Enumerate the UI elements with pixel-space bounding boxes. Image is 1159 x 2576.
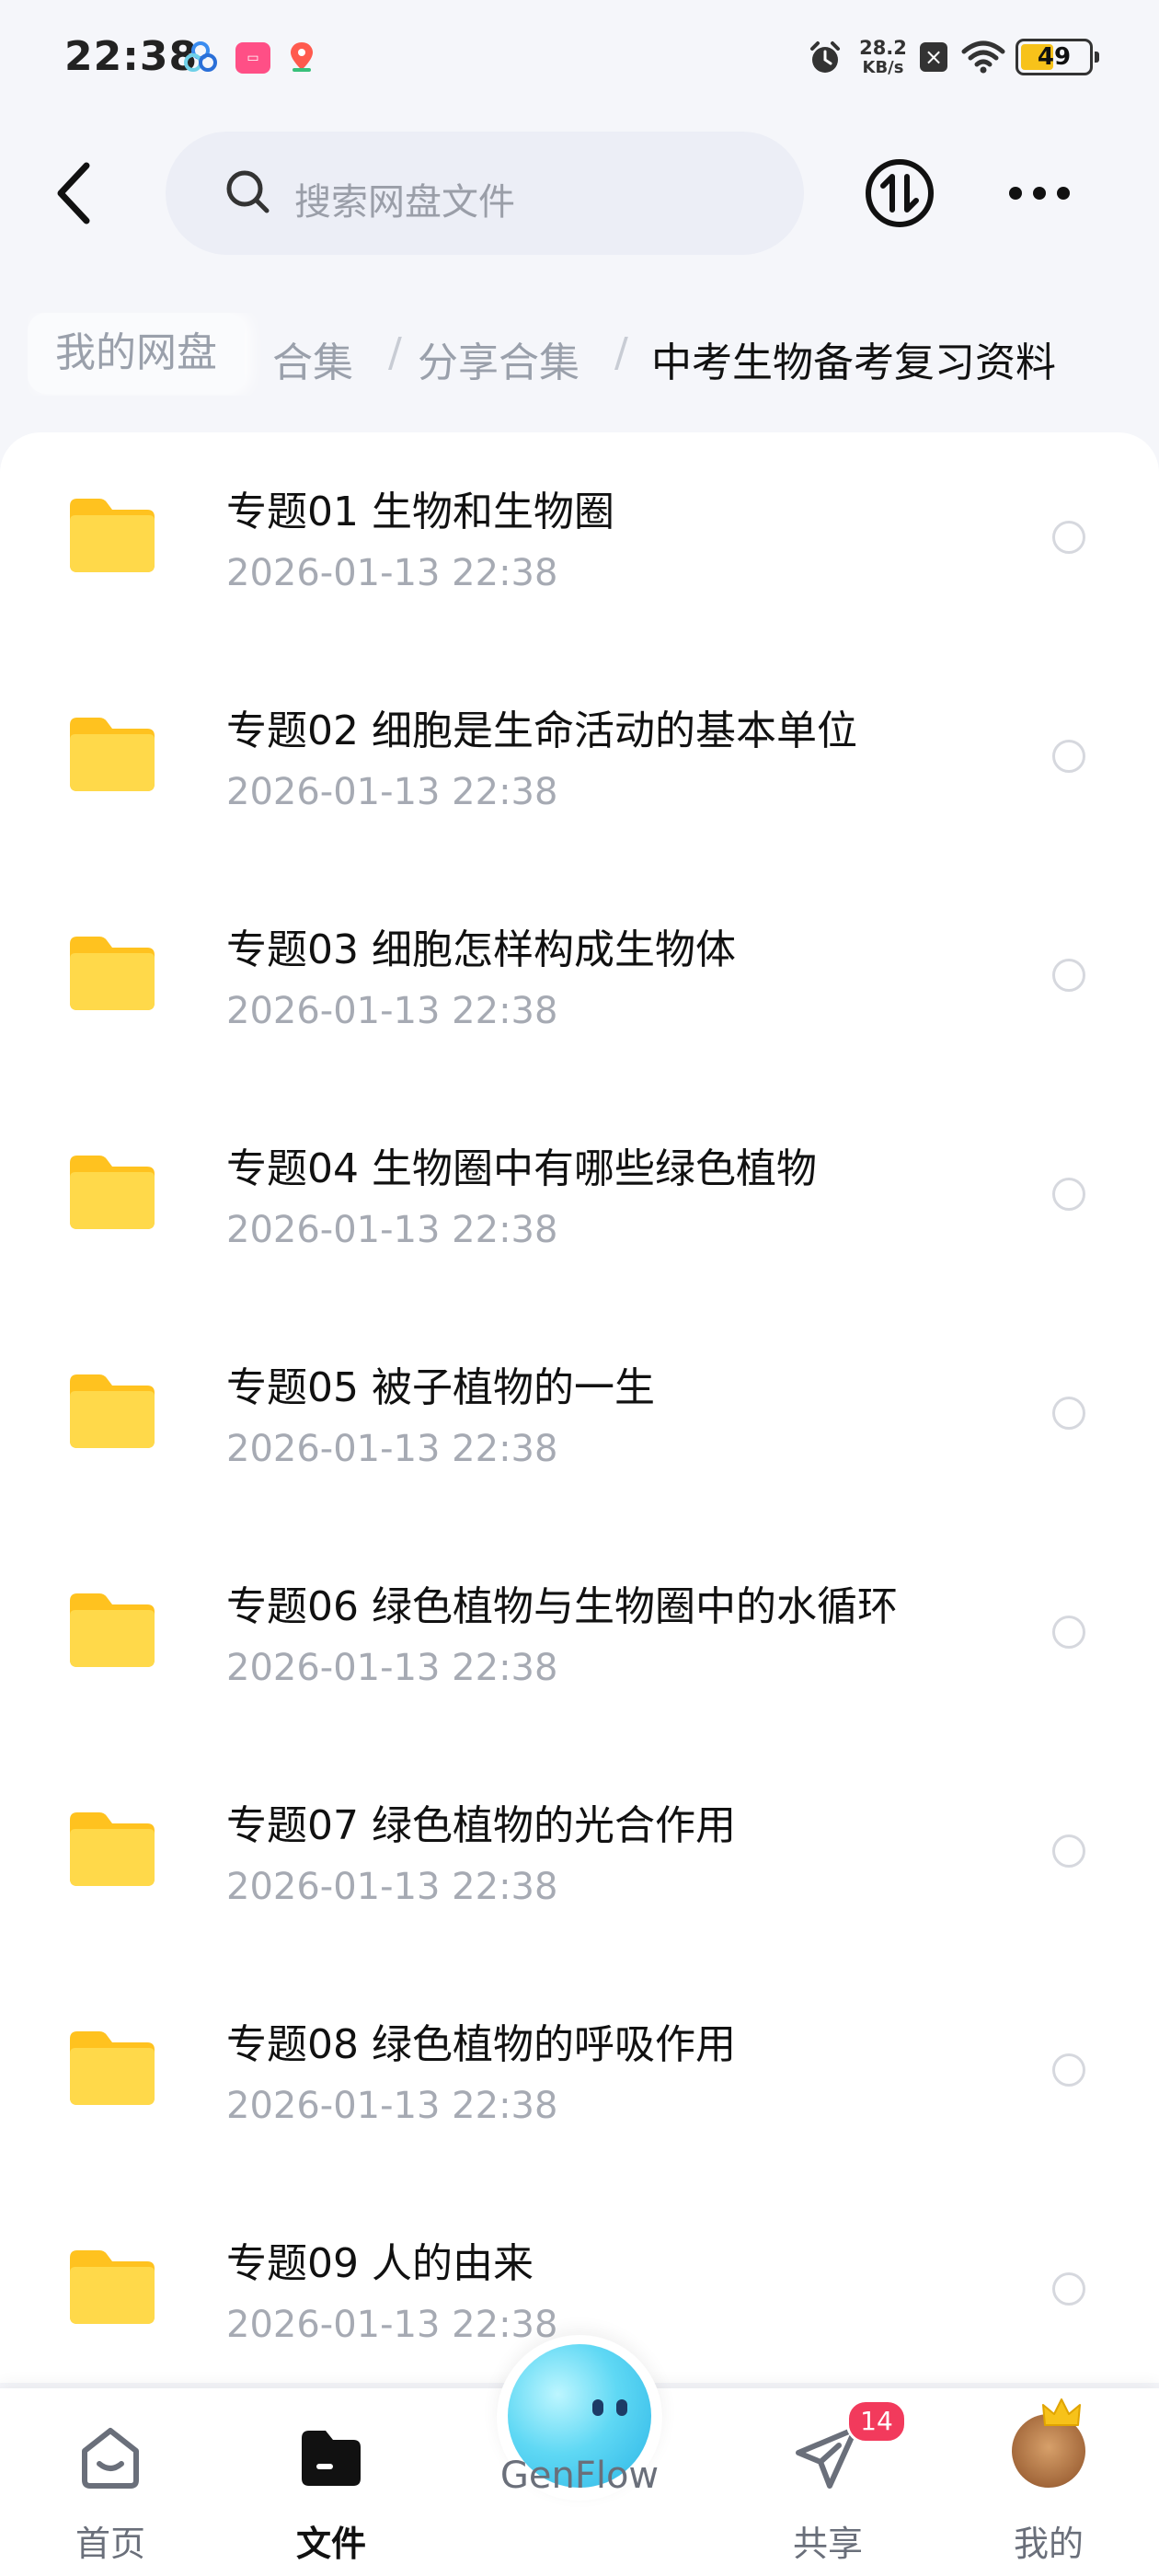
battery-tip (1095, 52, 1099, 63)
file-name: 专题09 人的由来 (226, 2240, 534, 2287)
bilibili-notification-icon: ▭ (235, 42, 270, 74)
list-item[interactable]: 专题08 绿色植物的呼吸作用 2026-01-13 22:38 (0, 1965, 1159, 2184)
network-speed: 28.2 KB/s (855, 37, 911, 78)
file-date: 2026-01-13 22:38 (226, 1647, 558, 1689)
list-item[interactable]: 专题01 生物和生物圈 2026-01-13 22:38 (0, 432, 1159, 651)
breadcrumb-separator: / (614, 329, 628, 376)
select-checkbox[interactable] (1052, 2272, 1085, 2306)
folder-icon (66, 2030, 158, 2110)
select-checkbox[interactable] (1052, 1834, 1085, 1868)
alarm-icon (810, 41, 840, 73)
file-name: 专题03 细胞怎样构成生物体 (226, 926, 736, 973)
folder-icon (66, 2248, 158, 2329)
nav-me-label: 我的 (1013, 2524, 1084, 2564)
home-icon (82, 2428, 139, 2489)
file-name: 专题05 被子植物的一生 (226, 1364, 655, 1411)
file-name: 专题07 绿色植物的光合作用 (226, 1802, 736, 1849)
genflow-eye (616, 2399, 627, 2416)
nav-home[interactable]: 首页 (37, 2416, 184, 2564)
file-date: 2026-01-13 22:38 (226, 552, 558, 594)
list-item[interactable]: 专题03 细胞怎样构成生物体 2026-01-13 22:38 (0, 870, 1159, 1089)
breadcrumb-item-share-collection[interactable]: 分享合集 (418, 329, 580, 388)
select-checkbox[interactable] (1052, 740, 1085, 773)
breadcrumb-current-folder: 中考生物备考复习资料 (651, 339, 1056, 386)
breadcrumb: 合集 / 分享合集 / 中考生物备考复习资料 我的网盘 (28, 313, 1150, 396)
select-checkbox[interactable] (1052, 1397, 1085, 1430)
genflow-eye (592, 2399, 603, 2416)
network-speed-value: 28.2 (859, 37, 907, 59)
list-item[interactable]: 专题04 生物圈中有哪些绿色植物 2026-01-13 22:38 (0, 1089, 1159, 1308)
crown-icon (1042, 2398, 1081, 2426)
map-notification-icon (291, 42, 313, 72)
back-button[interactable] (46, 156, 101, 230)
file-date: 2026-01-13 22:38 (226, 771, 558, 813)
folder-icon (66, 497, 158, 578)
wifi-icon (961, 40, 1005, 74)
breadcrumb-separator: / (388, 329, 402, 376)
folder-icon (66, 1154, 158, 1235)
app-notification-icon (184, 41, 217, 72)
folder-icon (66, 716, 158, 797)
file-name: 专题04 生物圈中有哪些绿色植物 (226, 1145, 817, 1192)
nav-files[interactable]: 文件 (258, 2416, 405, 2564)
top-header: 搜索网盘文件 (0, 129, 1159, 258)
battery-indicator: 49 (1016, 39, 1099, 75)
list-item[interactable]: 专题02 细胞是生命活动的基本单位 2026-01-13 22:38 (0, 651, 1159, 870)
file-date: 2026-01-13 22:38 (226, 1209, 558, 1251)
list-item[interactable]: 专题06 绿色植物与生物圈中的水循环 2026-01-13 22:38 (0, 1527, 1159, 1746)
share-notification-badge: 14 (846, 2399, 907, 2444)
search-icon (226, 170, 270, 213)
file-name: 专题08 绿色植物的呼吸作用 (226, 2021, 736, 2068)
sim-off-icon: × (920, 42, 947, 72)
nav-files-label: 文件 (295, 2524, 366, 2564)
more-options-button[interactable] (1003, 173, 1076, 213)
file-name: 专题01 生物和生物圈 (226, 489, 614, 535)
nav-share-label: 共享 (792, 2524, 863, 2564)
file-date: 2026-01-13 22:38 (226, 990, 558, 1032)
nav-home-label: 首页 (75, 2524, 145, 2564)
status-time: 22:38 (64, 33, 199, 80)
file-date: 2026-01-13 22:38 (226, 1428, 558, 1470)
file-name: 专题02 细胞是生命活动的基本单位 (226, 707, 857, 754)
breadcrumb-home-label: 我的网盘 (55, 329, 217, 376)
list-item[interactable]: 专题05 被子植物的一生 2026-01-13 22:38 (0, 1308, 1159, 1527)
file-date: 2026-01-13 22:38 (226, 2085, 558, 2127)
select-checkbox[interactable] (1052, 1616, 1085, 1649)
file-date: 2026-01-13 22:38 (226, 2304, 558, 2346)
search-placeholder: 搜索网盘文件 (294, 181, 515, 224)
search-input[interactable]: 搜索网盘文件 (166, 132, 804, 255)
select-checkbox[interactable] (1052, 2053, 1085, 2087)
nav-genflow-label: GenFlow (499, 2455, 660, 2497)
battery-percent: 49 (1037, 43, 1072, 71)
files-icon (302, 2431, 361, 2486)
folder-icon (66, 935, 158, 1016)
status-bar: 22:38 ▭ 28.2 KB/s × 49 (0, 0, 1159, 120)
select-checkbox[interactable] (1052, 1178, 1085, 1211)
network-speed-unit: KB/s (862, 58, 904, 77)
file-list: 专题01 生物和生物圈 2026-01-13 22:38 专题02 细胞是生命活… (0, 432, 1159, 2383)
breadcrumb-home[interactable]: 我的网盘 (28, 313, 245, 394)
list-item[interactable]: 专题07 绿色植物的光合作用 2026-01-13 22:38 (0, 1746, 1159, 1965)
file-date: 2026-01-13 22:38 (226, 1866, 558, 1908)
folder-icon (66, 1811, 158, 1892)
folder-icon (66, 1373, 158, 1454)
file-name: 专题06 绿色植物与生物圈中的水循环 (226, 1583, 898, 1630)
select-checkbox[interactable] (1052, 959, 1085, 992)
folder-icon (66, 1592, 158, 1673)
transfer-list-button[interactable] (863, 156, 936, 230)
breadcrumb-item-partial[interactable]: 合集 (272, 329, 353, 388)
select-checkbox[interactable] (1052, 521, 1085, 554)
